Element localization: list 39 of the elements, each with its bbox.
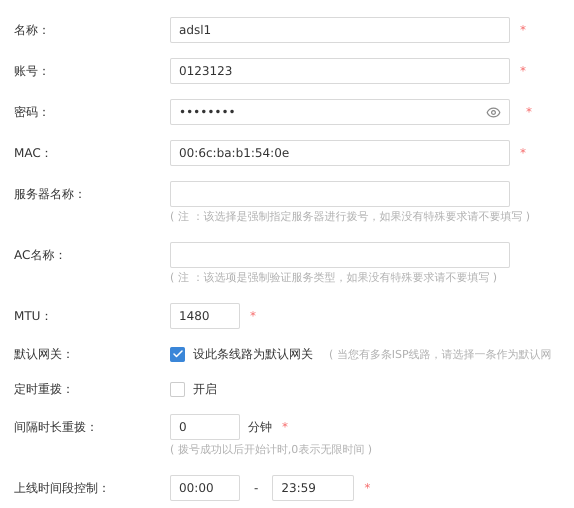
input-field[interactable]: 00:00 [170, 475, 240, 501]
input-field[interactable] [170, 181, 510, 207]
required-mark: * [519, 23, 526, 37]
field-label: 密码： [13, 104, 51, 121]
required-mark: * [519, 64, 526, 78]
field-label: 账号： [13, 63, 51, 80]
field-note: ( 注 ：该选择是强制指定服务器进行拨号，如果没有特殊要求请不要填写 ) [170, 209, 530, 225]
input-field[interactable] [170, 242, 510, 268]
checkbox[interactable] [170, 382, 185, 396]
range-separator: - [253, 481, 260, 495]
field-label: MTU： [13, 308, 54, 325]
input-field[interactable]: 00:6c:ba:b1:54:0e [170, 140, 510, 166]
input-field[interactable]: •••••••• [170, 99, 510, 125]
required-mark: * [525, 105, 532, 119]
input-field[interactable]: 0123123 [170, 58, 510, 84]
required-mark: * [281, 420, 288, 434]
required-mark: * [363, 481, 370, 495]
unit-label: 分钟 [248, 418, 272, 436]
field-label: 默认网关： [13, 346, 75, 363]
field-label: 间隔时长重拨： [13, 419, 99, 436]
required-mark: * [249, 309, 256, 323]
input-field[interactable]: 0 [170, 414, 240, 440]
checkbox[interactable] [170, 346, 185, 362]
field-note: ( 拨号成功以后开始计时,0表示无限时间 ) [170, 442, 372, 458]
field-label: AC名称： [13, 247, 68, 264]
checkbox-label: 设此条线路为默认网关 [193, 346, 313, 362]
field-note: ( 注 ：该选项是强制验证服务类型，如果没有特殊要求请不要填写 ) [170, 270, 498, 286]
required-mark: * [519, 146, 526, 160]
input-field[interactable]: 1480 [170, 303, 240, 329]
field-label: 服务器名称： [13, 186, 87, 203]
checkbox-label: 开启 [193, 380, 217, 398]
input-field[interactable]: 23:59 [272, 475, 354, 501]
field-label: 定时重拨： [13, 381, 75, 398]
field-label: 名称： [13, 22, 51, 39]
eye-icon[interactable] [486, 104, 501, 120]
hint-text: ( 当您有多条ISP线路，请选择一条作为默认网 [329, 346, 552, 362]
field-label: MAC： [13, 145, 54, 162]
input-field[interactable]: adsl1 [170, 17, 510, 43]
field-label: 上线时间段控制： [13, 480, 111, 497]
